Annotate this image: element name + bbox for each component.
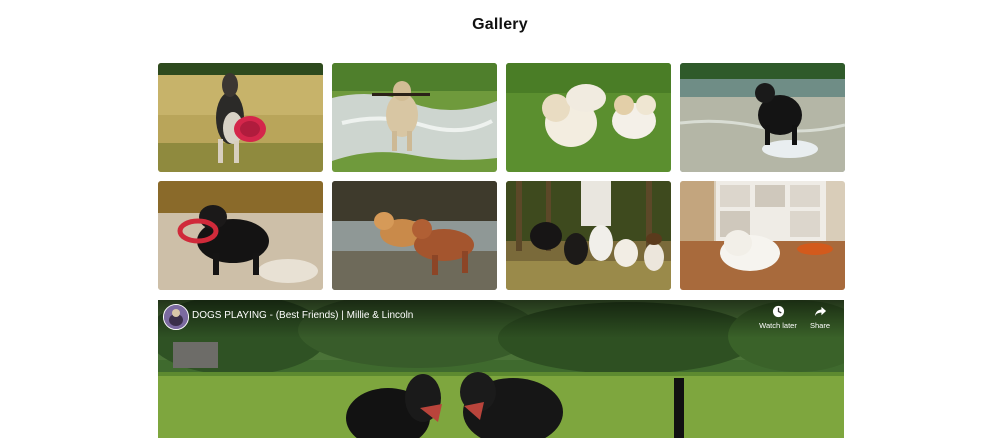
video-title[interactable]: DOGS PLAYING - (Best Friends) | Millie &… — [192, 310, 413, 321]
gallery-image-4[interactable] — [680, 63, 845, 172]
gallery-grid — [158, 63, 845, 290]
video-player[interactable]: DOGS PLAYING - (Best Friends) | Millie &… — [158, 300, 844, 438]
channel-avatar-icon[interactable] — [163, 304, 189, 330]
gallery-image-1[interactable] — [158, 63, 323, 172]
gallery-image-8[interactable] — [680, 181, 845, 290]
clock-icon — [772, 305, 785, 318]
gallery-image-6[interactable] — [332, 181, 497, 290]
share-button[interactable]: Share — [798, 305, 842, 330]
page-title: Gallery — [472, 16, 528, 33]
gallery-image-2[interactable] — [332, 63, 497, 172]
share-label: Share — [809, 321, 830, 330]
gallery-image-3[interactable] — [506, 63, 671, 172]
watch-later-label: Watch later — [759, 321, 797, 330]
gallery-image-5[interactable] — [158, 181, 323, 290]
gallery-page: Gallery DOGS PLAYING - (Best Friends) | … — [0, 0, 1000, 438]
watch-later-button[interactable]: Watch later — [756, 305, 800, 330]
share-arrow-icon — [814, 305, 827, 318]
gallery-image-7[interactable] — [506, 181, 671, 290]
